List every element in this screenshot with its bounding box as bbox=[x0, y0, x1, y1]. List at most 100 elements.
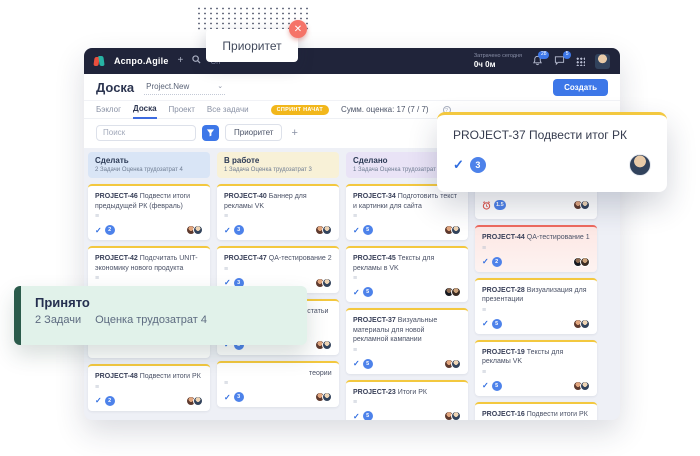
task-card[interactable]: теории≡✓3 bbox=[217, 361, 339, 408]
sprint-summary: Сумм. оценка: 17 (7 / 7) bbox=[341, 105, 429, 114]
check-icon: ✓ bbox=[353, 412, 360, 421]
task-id: PROJECT-44 bbox=[482, 234, 527, 241]
check-icon: ✓ bbox=[353, 288, 360, 297]
notifications-count-badge: 28 bbox=[538, 51, 549, 59]
story-points-badge: 5 bbox=[363, 225, 373, 235]
column-header: Сделать 2 Задачи Оценка трудозатрат 4 bbox=[88, 152, 210, 178]
task-card[interactable]: PROJECT-19 Тексты для рекламы VK≡✓5 bbox=[475, 340, 597, 396]
description-icon: ≡ bbox=[95, 214, 203, 220]
assignee-avatar bbox=[451, 225, 461, 235]
filter-funnel-button[interactable] bbox=[202, 125, 219, 141]
accepted-task-count: 2 Задачи bbox=[35, 314, 81, 326]
task-title: PROJECT-23 Итоги РК bbox=[353, 388, 461, 398]
column-title: В работе bbox=[224, 156, 332, 165]
story-points-badge: 3 bbox=[234, 225, 244, 235]
page-title: Доска bbox=[96, 80, 134, 95]
user-avatar[interactable] bbox=[595, 54, 610, 69]
description-icon: ≡ bbox=[482, 308, 590, 314]
create-button[interactable]: Создать bbox=[553, 79, 608, 96]
assignee-avatar bbox=[580, 381, 590, 391]
task-id: PROJECT-47 bbox=[224, 255, 269, 262]
popup-task-title: PROJECT-37 Подвести итог РК bbox=[453, 128, 651, 142]
description-icon: ≡ bbox=[353, 276, 461, 282]
priority-filter-chip[interactable]: Приоритет bbox=[225, 124, 282, 141]
assignee-avatar bbox=[580, 200, 590, 210]
story-points-badge: 2 bbox=[492, 257, 502, 267]
task-card[interactable]: PROJECT-45 Тексты для рекламы в VK≡✓5 bbox=[346, 246, 468, 302]
time-tracker: Затрачено сегодня 0ч 0м bbox=[474, 53, 522, 69]
check-icon: ✓ bbox=[482, 319, 489, 328]
check-icon: ✓ bbox=[353, 359, 360, 368]
accepted-estimate: Оценка трудозатрат 4 bbox=[95, 314, 207, 326]
task-id: PROJECT-28 bbox=[482, 287, 527, 294]
description-icon: ≡ bbox=[224, 267, 332, 273]
check-icon: ✓ bbox=[482, 381, 489, 390]
check-icon: ✓ bbox=[453, 157, 464, 173]
assignee-avatar bbox=[193, 225, 203, 235]
task-title: PROJECT-42 Подсчитать UNIT-экономику нов… bbox=[95, 254, 203, 273]
tab-all-tasks[interactable]: Все задачи bbox=[207, 102, 249, 118]
accepted-panel-title: Принято bbox=[35, 295, 293, 310]
search-input[interactable] bbox=[96, 125, 196, 141]
title-bar: Доска Project.New ⌄ Создать bbox=[84, 74, 620, 101]
task-id: PROJECT-46 bbox=[95, 193, 140, 200]
task-title: PROJECT-16 Подвести итоги РК bbox=[482, 410, 590, 420]
task-title: PROJECT-45 Тексты для рекламы в VK bbox=[353, 254, 461, 273]
task-id: PROJECT-37 bbox=[353, 317, 398, 324]
story-points-badge: 2 bbox=[105, 225, 115, 235]
task-card[interactable]: PROJECT-23 Итоги РК≡✓5 bbox=[346, 380, 468, 421]
assignee-avatar bbox=[322, 225, 332, 235]
app-window: Аспро.Agile + Сп Затрачено сегодня 0ч 0м… bbox=[84, 48, 620, 420]
add-filter-button[interactable]: + bbox=[288, 127, 300, 139]
assignee-avatar bbox=[322, 278, 332, 288]
check-icon: ✓ bbox=[95, 226, 102, 235]
board-select-dropdown[interactable]: Project.New ⌄ bbox=[144, 80, 225, 95]
column-title: Сделать bbox=[95, 156, 203, 165]
priority-tooltip: Приоритет ✕ bbox=[206, 29, 298, 62]
add-icon[interactable]: + bbox=[178, 56, 184, 66]
task-title: PROJECT-19 Тексты для рекламы VK bbox=[482, 348, 590, 367]
tab-project[interactable]: Проект bbox=[169, 102, 195, 118]
messages-count-badge: 5 bbox=[563, 51, 571, 59]
close-icon[interactable]: ✕ bbox=[289, 20, 307, 38]
app-logo-icon bbox=[94, 56, 105, 67]
tab-board[interactable]: Доска bbox=[133, 101, 156, 119]
tab-backlog[interactable]: Бэклог bbox=[96, 102, 121, 118]
column-meta: 2 Задачи Оценка трудозатрат 4 bbox=[95, 167, 203, 173]
story-points-badge: 5 bbox=[492, 381, 502, 391]
description-icon: ≡ bbox=[95, 276, 203, 282]
task-card[interactable]: PROJECT-37 Визуальные материалы для ново… bbox=[346, 308, 468, 374]
app-name: Аспро.Agile bbox=[114, 56, 169, 66]
kanban-column: ≡1.5PROJECT-44 QA-тестирование 1≡✓2PROJE… bbox=[475, 152, 597, 420]
task-id: PROJECT-40 bbox=[224, 193, 269, 200]
task-card[interactable]: PROJECT-40 Баннер для рекламы VK≡✓3 bbox=[217, 184, 339, 240]
apps-grid-icon[interactable] bbox=[576, 57, 585, 66]
assignee-avatar bbox=[451, 287, 461, 297]
task-id: PROJECT-16 bbox=[482, 411, 527, 418]
search-icon[interactable] bbox=[192, 55, 201, 67]
task-card[interactable]: PROJECT-16 Подвести итоги РК≡ bbox=[475, 402, 597, 421]
task-card[interactable]: PROJECT-48 Подвести итоги РК≡✓2 bbox=[88, 364, 210, 411]
assignee-avatar bbox=[580, 319, 590, 329]
task-card-popup[interactable]: PROJECT-37 Подвести итог РК ✓ 3 bbox=[437, 112, 667, 192]
messages-icon[interactable]: 5 bbox=[554, 55, 566, 67]
task-card[interactable]: PROJECT-28 Визуализация для презентации≡… bbox=[475, 278, 597, 334]
task-title: теории bbox=[224, 369, 332, 379]
chevron-down-icon: ⌄ bbox=[217, 82, 223, 90]
kanban-column: Сделано1 Задача Оценка трудозатратPROJEC… bbox=[346, 152, 468, 420]
time-tracker-value: 0ч 0м bbox=[474, 60, 522, 69]
description-icon: ≡ bbox=[353, 400, 461, 406]
assignee-avatar bbox=[580, 257, 590, 267]
task-id: PROJECT-48 bbox=[95, 373, 140, 380]
task-card[interactable]: PROJECT-46 Подвести итоги предыдущей РК … bbox=[88, 184, 210, 240]
screen: Аспро.Agile + Сп Затрачено сегодня 0ч 0м… bbox=[0, 0, 700, 456]
story-points-badge: 2 bbox=[105, 396, 115, 406]
task-id: PROJECT-19 bbox=[482, 349, 527, 356]
task-card[interactable]: PROJECT-44 QA-тестирование 1≡✓2 bbox=[475, 225, 597, 272]
task-id: PROJECT-23 bbox=[353, 389, 398, 396]
task-card[interactable]: PROJECT-34 Подготовить текст и картинки … bbox=[346, 184, 468, 240]
notifications-bell-icon[interactable]: 28 bbox=[532, 55, 544, 67]
task-title: PROJECT-46 Подвести итоги предыдущей РК … bbox=[95, 192, 203, 211]
check-icon: ✓ bbox=[95, 396, 102, 405]
task-title: PROJECT-37 Визуальные материалы для ново… bbox=[353, 316, 461, 345]
